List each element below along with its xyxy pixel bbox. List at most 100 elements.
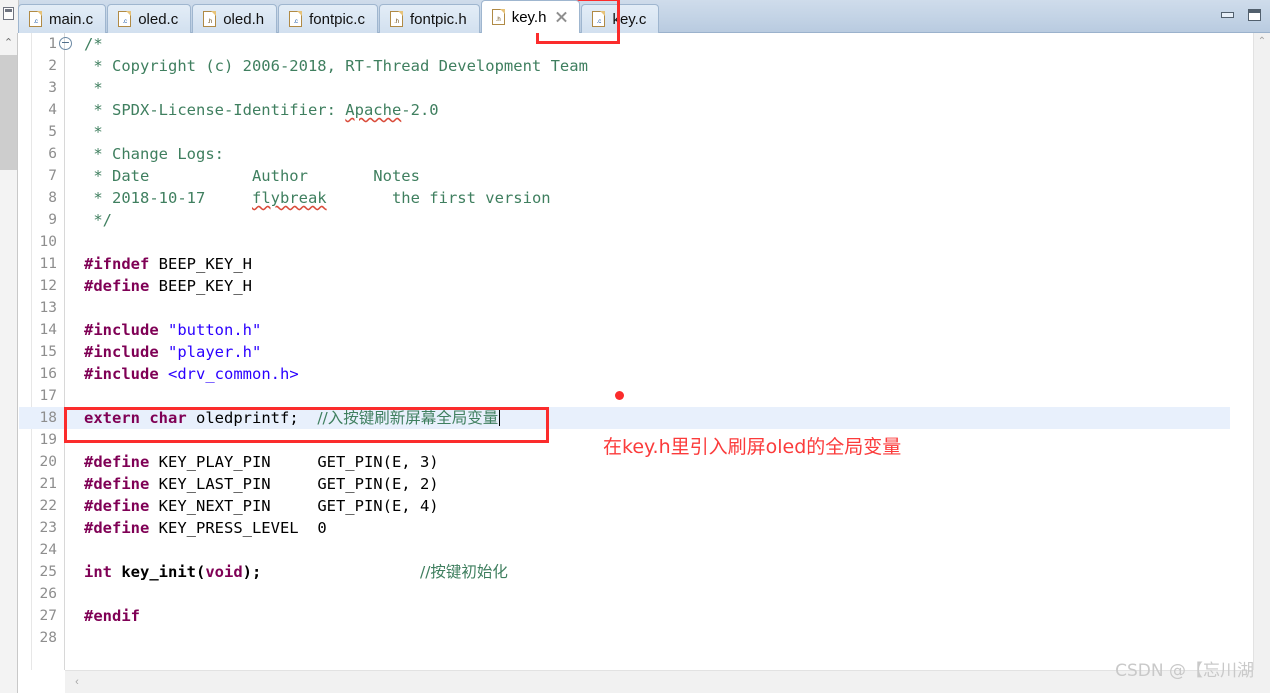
- code-line: 22 #define KEY_NEXT_PIN GET_PIN(E, 4): [19, 495, 1230, 517]
- outer-vertical-scrollbar[interactable]: ⌃: [0, 33, 18, 693]
- token-punctuation: (: [196, 563, 206, 581]
- editor-tab-strip: .c main.c .c oled.c .h oled.h .c fontpic…: [0, 0, 1270, 33]
- scroll-up-icon[interactable]: ⌃: [0, 35, 17, 51]
- token-string: "button.h": [168, 321, 262, 339]
- line-number: 8: [48, 190, 57, 206]
- token-comment: *: [84, 123, 103, 141]
- line-number: 18: [39, 410, 57, 426]
- token-comment: */: [84, 211, 112, 229]
- file-icon-ext: .h: [207, 19, 213, 25]
- token-macro-name: KEY_NEXT_PIN: [149, 497, 318, 515]
- code-line: 28: [19, 627, 1230, 649]
- file-icon-ext: .h: [394, 19, 399, 25]
- token-macro-name: KEY_PRESS_LEVEL: [149, 519, 318, 537]
- line-number: 24: [39, 542, 57, 558]
- code-line: 12 #define BEEP_KEY_H: [19, 275, 1230, 297]
- code-line-highlighted: 18 extern char oledprintf; //入按键刷新屏幕全局变量: [19, 407, 1230, 429]
- tab-main-c[interactable]: .c main.c: [18, 4, 107, 33]
- file-h-icon: .h: [491, 9, 505, 25]
- code-line: 17: [19, 385, 1230, 407]
- code-line: 10: [19, 231, 1230, 253]
- editor-horizontal-scrollbar[interactable]: ‹: [65, 670, 1253, 693]
- tab-fontpic-c[interactable]: .c fontpic.c: [278, 4, 378, 33]
- tab-close-icon[interactable]: [555, 11, 567, 23]
- tab-oled-h[interactable]: .h oled.h: [192, 4, 278, 33]
- fold-collapse-icon[interactable]: −: [59, 37, 72, 50]
- line-number: 20: [39, 454, 57, 470]
- token-preprocessor: #include: [84, 365, 159, 383]
- token-macro-value: 0: [317, 519, 327, 537]
- file-c-icon: .c: [118, 11, 132, 27]
- code-line: 8 * 2018-10-17 flybreak the first versio…: [19, 187, 1230, 209]
- line-number: 26: [39, 586, 57, 602]
- line-number: 4: [48, 102, 57, 118]
- tab-label: fontpic.c: [309, 10, 365, 28]
- token-comment-spellcheck: flybreak: [251, 189, 327, 207]
- line-number: 16: [39, 366, 57, 382]
- text-caret: [499, 409, 501, 426]
- token-comment: * Change Logs:: [84, 145, 224, 163]
- token-preprocessor: #define: [84, 277, 150, 295]
- scroll-left-icon[interactable]: ‹: [69, 674, 85, 690]
- tab-key-c[interactable]: .c key.c: [581, 4, 660, 33]
- scrollbar-track[interactable]: [1254, 50, 1270, 670]
- line-number: 3: [48, 80, 57, 96]
- line-number: 17: [39, 388, 57, 404]
- code-text-area[interactable]: 1 − /* 2 * Copyright (c) 2006-2018, RT-T…: [19, 33, 1230, 670]
- file-c-icon: .c: [29, 11, 42, 27]
- token-keyword: int: [84, 563, 112, 581]
- line-number: 5: [48, 124, 57, 140]
- editor-vertical-scrollbar[interactable]: ⌃: [1253, 33, 1270, 670]
- code-line: 14 #include "button.h": [19, 319, 1230, 341]
- token-preprocessor: #endif: [84, 607, 140, 625]
- scroll-up-icon[interactable]: ⌃: [1254, 34, 1270, 50]
- token-comment: //入按键刷新屏幕全局变量: [317, 409, 499, 427]
- code-line: 24: [19, 539, 1230, 561]
- code-line: 26: [19, 583, 1230, 605]
- tab-label: main.c: [49, 10, 94, 28]
- token-preprocessor: #define: [84, 453, 150, 471]
- line-number: 28: [39, 630, 57, 646]
- minimize-icon[interactable]: [1220, 8, 1235, 22]
- file-c-icon: .c: [592, 11, 606, 27]
- tab-label: key.c: [612, 10, 647, 28]
- line-number: 13: [39, 300, 57, 316]
- scrollbar-thumb[interactable]: [0, 55, 17, 170]
- file-h-icon: .h: [203, 11, 217, 27]
- line-number: 19: [39, 432, 57, 448]
- file-h-icon: .h: [389, 11, 403, 27]
- token-preprocessor: #include: [84, 343, 159, 361]
- code-line: 16 #include <drv_common.h>: [19, 363, 1230, 385]
- tab-fontpic-h[interactable]: .h fontpic.h: [378, 4, 480, 33]
- tab-label: key.h: [511, 8, 547, 26]
- left-stub-panel: [0, 0, 19, 33]
- token-punctuation: );: [242, 563, 420, 581]
- code-line: 7 * Date Author Notes: [19, 165, 1230, 187]
- token-identifier: BEEP_KEY_H: [149, 277, 252, 295]
- token-preprocessor: #define: [84, 475, 150, 493]
- code-editor: 1 − /* 2 * Copyright (c) 2006-2018, RT-T…: [19, 33, 1270, 693]
- token-string: <drv_common.h>: [168, 365, 299, 383]
- window-controls: [1220, 8, 1262, 22]
- tab-oled-c[interactable]: .c oled.c: [107, 4, 192, 33]
- token-keyword: char: [149, 409, 187, 427]
- line-number: 11: [39, 256, 57, 272]
- token-keyword: void: [205, 563, 243, 581]
- line-number: 9: [48, 212, 57, 228]
- code-line: 6 * Change Logs:: [19, 143, 1230, 165]
- line-number: 15: [39, 344, 57, 360]
- line-number: 21: [39, 476, 57, 492]
- line-number: 1: [48, 36, 57, 52]
- scrollbar-corner: [1253, 670, 1270, 693]
- token-macro-name: KEY_PLAY_PIN: [149, 453, 318, 471]
- token-comment: * Copyright (c) 2006-2018, RT-Thread Dev…: [84, 57, 588, 75]
- tab-label: oled.h: [223, 10, 265, 28]
- file-icon-ext: .c: [33, 19, 38, 25]
- line-number: 6: [48, 146, 57, 162]
- tab-key-h[interactable]: .h key.h: [480, 0, 581, 33]
- line-number: 7: [48, 168, 57, 184]
- maximize-icon[interactable]: [1247, 8, 1262, 22]
- annotation-dot: [615, 391, 624, 400]
- tab-label: oled.c: [138, 10, 179, 28]
- file-c-icon: .c: [289, 11, 303, 27]
